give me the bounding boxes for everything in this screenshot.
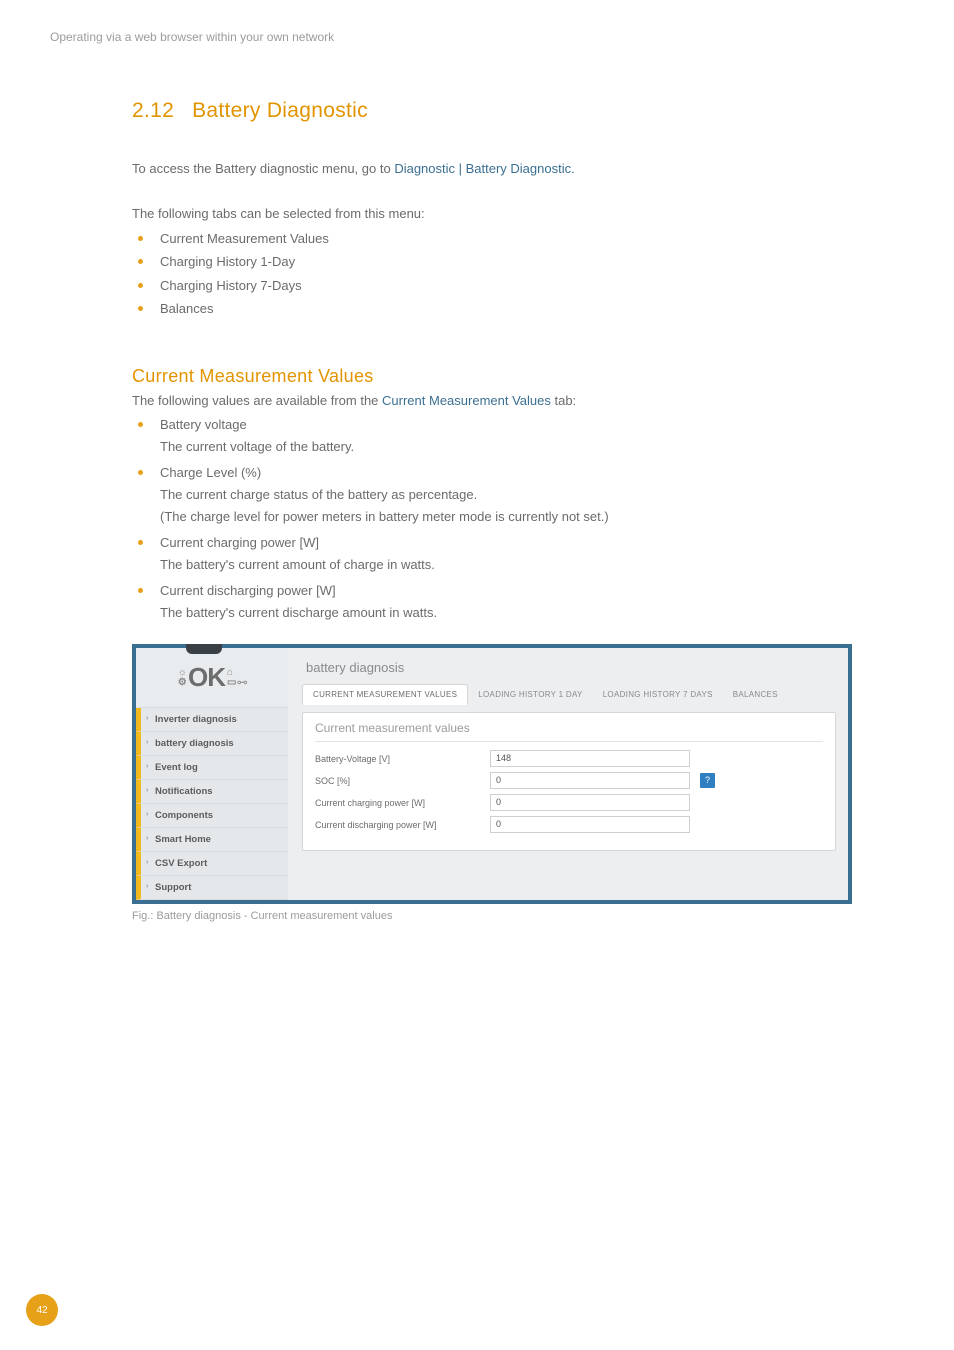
- field-label: Current discharging power [W]: [315, 820, 480, 830]
- field-label: Battery-Voltage [V]: [315, 754, 480, 764]
- sun-icon: ☼⚙: [178, 668, 186, 688]
- value-desc: The battery's current amount of charge i…: [160, 554, 864, 576]
- field-row: Current charging power [W] 0: [315, 794, 823, 811]
- figure-sidebar: ☼⚙ OK ⌂▭ ⧟ › Inverter diagnosis › battery …: [136, 648, 288, 900]
- figure-tabs: CURRENT MEASUREMENT VALUES LOADING HISTO…: [302, 683, 836, 704]
- soc-input[interactable]: 0: [490, 772, 690, 789]
- intro-text: To access the Battery diagnostic menu, g…: [132, 161, 864, 176]
- chevron-right-icon: ›: [146, 715, 148, 722]
- value-definitions: Battery voltage The current voltage of t…: [132, 414, 864, 625]
- nav-path: Diagnostic | Battery Diagnostic.: [394, 161, 574, 176]
- help-icon[interactable]: ?: [700, 773, 715, 788]
- figure-caption: Fig.: Battery diagnosis - Current measur…: [132, 910, 864, 922]
- sidebar-item-battery[interactable]: › battery diagnosis: [136, 732, 288, 756]
- value-item: Battery voltage The current voltage of t…: [132, 414, 864, 458]
- discharging-power-input[interactable]: 0: [490, 816, 690, 833]
- sub-lead-tab: Current Measurement Values: [382, 393, 551, 408]
- tab-balances[interactable]: BALANCES: [723, 685, 788, 704]
- sidebar-item-components[interactable]: › Components: [136, 804, 288, 828]
- sub-lead-suffix: tab:: [551, 393, 576, 408]
- sidebar-item-inverter[interactable]: › Inverter diagnosis: [136, 708, 288, 732]
- panel-title: battery diagnosis: [302, 658, 836, 683]
- logo-text: OK: [188, 662, 225, 693]
- field-row: Current discharging power [W] 0: [315, 816, 823, 833]
- section-heading: 2.12 Battery Diagnostic: [132, 99, 864, 123]
- sidebar-item-label: Notifications: [155, 786, 213, 797]
- value-title: Current charging power [W]: [160, 532, 864, 554]
- value-item: Current discharging power [W] The batter…: [132, 580, 864, 624]
- sidebar-item-notifications[interactable]: › Notifications: [136, 780, 288, 804]
- tab-current-values[interactable]: CURRENT MEASUREMENT VALUES: [302, 684, 468, 705]
- sidebar-item-smarthome[interactable]: › Smart Home: [136, 828, 288, 852]
- sidebar-item-label: Support: [155, 882, 191, 893]
- logo: ☼⚙ OK ⌂▭ ⧟: [136, 648, 288, 708]
- sidebar-item-label: Smart Home: [155, 834, 211, 845]
- sidebar-item-label: Event log: [155, 762, 198, 773]
- tabs-list-item: Current Measurement Values: [132, 227, 864, 250]
- page-number-badge: 42: [26, 1294, 58, 1326]
- chevron-right-icon: ›: [146, 739, 148, 746]
- value-desc: The battery's current discharge amount i…: [160, 602, 864, 624]
- value-desc: The current voltage of the battery.: [160, 436, 864, 458]
- figure-nav: › Inverter diagnosis › battery diagnosis ›…: [136, 708, 288, 900]
- sidebar-item-support[interactable]: › Support: [136, 876, 288, 900]
- tabs-list-item: Charging History 1-Day: [132, 250, 864, 273]
- intro-prefix: To access the Battery diagnostic menu, g…: [132, 161, 394, 176]
- value-item: Current charging power [W] The battery's…: [132, 532, 864, 576]
- value-desc: The current charge status of the battery…: [160, 484, 864, 506]
- sidebar-item-label: Inverter diagnosis: [155, 714, 237, 725]
- field-label: Current charging power [W]: [315, 798, 480, 808]
- sidebar-item-label: Components: [155, 810, 213, 821]
- running-header: Operating via a web browser within your …: [50, 30, 904, 44]
- value-title: Charge Level (%): [160, 462, 864, 484]
- sidebar-item-label: battery diagnosis: [155, 738, 234, 749]
- sidebar-item-eventlog[interactable]: › Event log: [136, 756, 288, 780]
- charging-power-input[interactable]: 0: [490, 794, 690, 811]
- field-label: SOC [%]: [315, 776, 480, 786]
- section-number: 2.12: [132, 99, 174, 123]
- tab-history-1day[interactable]: LOADING HISTORY 1 DAY: [468, 685, 592, 704]
- tabs-list-item: Balances: [132, 297, 864, 320]
- chevron-right-icon: ›: [146, 787, 148, 794]
- chevron-right-icon: ›: [146, 859, 148, 866]
- chevron-right-icon: ›: [146, 811, 148, 818]
- battery-voltage-input[interactable]: 148: [490, 750, 690, 767]
- device-notch: [186, 644, 222, 654]
- value-title: Battery voltage: [160, 414, 864, 436]
- tabs-list: Current Measurement Values Charging Hist…: [132, 227, 864, 321]
- house-icon: ⌂▭ ⧟: [227, 668, 246, 688]
- field-row: SOC [%] 0 ?: [315, 772, 823, 789]
- figure-main: battery diagnosis CURRENT MEASUREMENT VA…: [288, 648, 848, 900]
- card-heading: Current measurement values: [315, 721, 823, 742]
- chevron-right-icon: ›: [146, 763, 148, 770]
- sidebar-item-label: CSV Export: [155, 858, 207, 869]
- subsection-lead: The following values are available from …: [132, 393, 864, 408]
- value-item: Charge Level (%) The current charge stat…: [132, 462, 864, 528]
- subsection-heading: Current Measurement Values: [132, 366, 864, 387]
- chevron-right-icon: ›: [146, 883, 148, 890]
- sub-lead-prefix: The following values are available from …: [132, 393, 382, 408]
- value-desc: (The charge level for power meters in ba…: [160, 506, 864, 528]
- field-row: Battery-Voltage [V] 148: [315, 750, 823, 767]
- section-title: Battery Diagnostic: [192, 99, 368, 123]
- tab-history-7days[interactable]: LOADING HISTORY 7 DAYS: [593, 685, 723, 704]
- screenshot-figure: ☼⚙ OK ⌂▭ ⧟ › Inverter diagnosis › battery …: [132, 644, 852, 904]
- chevron-right-icon: ›: [146, 835, 148, 842]
- value-title: Current discharging power [W]: [160, 580, 864, 602]
- tabs-list-item: Charging History 7-Days: [132, 274, 864, 297]
- tabs-lead: The following tabs can be selected from …: [132, 206, 864, 221]
- sidebar-item-csvexport[interactable]: › CSV Export: [136, 852, 288, 876]
- measurement-card: Current measurement values Battery-Volta…: [302, 712, 836, 851]
